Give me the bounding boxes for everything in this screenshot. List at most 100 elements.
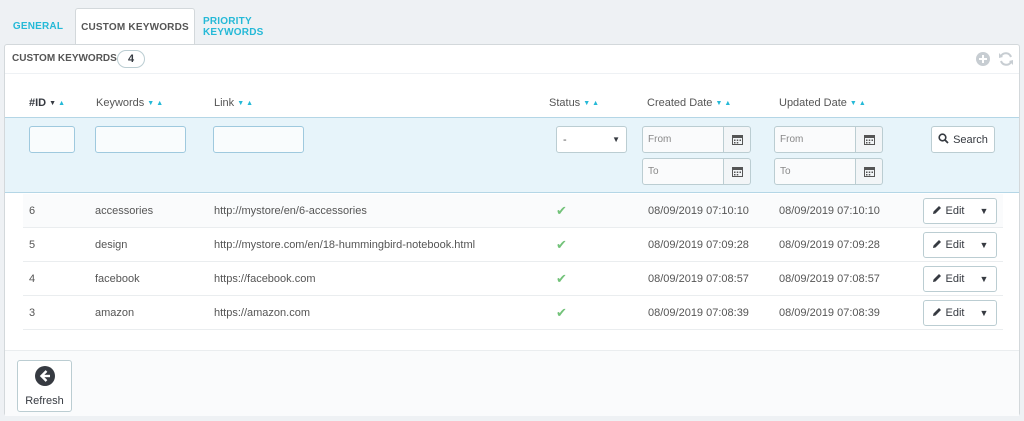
search-button-label: Search (953, 133, 988, 146)
row-created-date: 08/09/2019 07:08:57 (648, 273, 749, 285)
caret-down-icon[interactable]: ▼ (972, 199, 996, 223)
edit-button[interactable]: Edit (924, 267, 972, 291)
sort-asc-icon[interactable]: ▲ (58, 100, 65, 107)
pencil-icon (932, 307, 942, 320)
row-updated-date: 08/09/2019 07:08:57 (779, 273, 880, 285)
add-circle-icon[interactable] (975, 51, 991, 67)
id-filter-input[interactable] (29, 126, 75, 153)
status-enabled-check-icon[interactable]: ✔ (556, 296, 567, 330)
status-filter-value: - (563, 133, 567, 146)
sort-asc-icon[interactable]: ▲ (246, 100, 253, 107)
calendar-icon[interactable] (856, 126, 883, 153)
sort-desc-icon[interactable]: ▼ (49, 100, 56, 107)
arrow-left-circle-icon (34, 365, 56, 390)
panel-title: CUSTOM KEYWORDS (12, 53, 117, 64)
updated-to-placeholder: To (780, 166, 791, 177)
caret-down-icon[interactable]: ▼ (972, 233, 996, 257)
created-to-input[interactable]: To (642, 158, 724, 185)
row-link: https://facebook.com (214, 273, 316, 285)
created-from-input[interactable]: From (642, 126, 724, 153)
keywords-filter-input[interactable] (95, 126, 186, 153)
row-id: 5 (29, 239, 36, 251)
updated-to-input[interactable]: To (774, 158, 856, 185)
column-header-updated-label: Updated Date (779, 97, 847, 109)
row-updated-date: 08/09/2019 07:09:28 (779, 239, 880, 251)
column-header-created-label: Created Date (647, 97, 713, 109)
sort-desc-icon[interactable]: ▼ (850, 100, 857, 107)
edit-button-label: Edit (945, 239, 965, 251)
table-row: 5 design http://mystore.com/en/18-hummin… (23, 228, 1003, 262)
table-row: 6 accessories http://mystore/en/6-access… (23, 194, 1003, 228)
pencil-icon (932, 239, 942, 252)
sort-desc-icon[interactable]: ▼ (583, 100, 590, 107)
search-icon (938, 132, 949, 147)
row-created-date: 08/09/2019 07:09:28 (648, 239, 749, 251)
calendar-icon[interactable] (724, 158, 751, 185)
edit-button-label: Edit (945, 307, 965, 319)
sort-asc-icon[interactable]: ▲ (859, 100, 866, 107)
column-header-keywords-label: Keywords (96, 97, 145, 109)
row-link: http://mystore.com/en/18-hummingbird-not… (214, 239, 476, 251)
column-header-updated-date: Updated Date ▼ ▲ (779, 97, 866, 109)
row-updated-date: 08/09/2019 07:10:10 (779, 205, 880, 217)
edit-button[interactable]: Edit (924, 233, 972, 257)
status-enabled-check-icon[interactable]: ✔ (556, 262, 567, 296)
row-actions: Edit ▼ (923, 300, 997, 326)
caret-down-icon[interactable]: ▼ (972, 301, 996, 325)
status-filter-select[interactable]: - ▼ (556, 126, 627, 153)
pencil-icon (932, 273, 942, 286)
panel-footer: Refresh (5, 350, 1019, 416)
row-created-date: 08/09/2019 07:10:10 (648, 205, 749, 217)
row-updated-date: 08/09/2019 07:08:39 (779, 307, 880, 319)
created-to-placeholder: To (648, 166, 659, 177)
table-row: 4 facebook https://facebook.com ✔ 08/09/… (23, 262, 1003, 296)
panel-heading: CUSTOM KEYWORDS 4 (5, 45, 1019, 74)
chevron-down-icon: ▼ (612, 135, 620, 144)
link-filter-input[interactable] (213, 126, 304, 153)
caret-down-icon[interactable]: ▼ (972, 267, 996, 291)
edit-button-label: Edit (945, 205, 965, 217)
column-header-status: Status ▼ ▲ (549, 97, 599, 109)
row-actions: Edit ▼ (923, 198, 997, 224)
column-header-keywords: Keywords ▼ ▲ (96, 97, 163, 109)
created-from-placeholder: From (648, 134, 672, 145)
row-id: 6 (29, 205, 36, 217)
tab-priority-keywords[interactable]: PRIORITY KEYWORDS (203, 8, 315, 45)
tab-custom-keywords[interactable]: CUSTOM KEYWORDS (75, 8, 195, 45)
search-button[interactable]: Search (931, 126, 995, 153)
table-row: 3 amazon https://amazon.com ✔ 08/09/2019… (23, 296, 1003, 330)
pencil-icon (932, 205, 942, 218)
row-keyword: accessories (95, 205, 154, 217)
refresh-button[interactable]: Refresh (17, 360, 72, 412)
sort-desc-icon[interactable]: ▼ (147, 100, 154, 107)
row-actions: Edit ▼ (923, 232, 997, 258)
sort-asc-icon[interactable]: ▲ (724, 100, 731, 107)
sort-desc-icon[interactable]: ▼ (715, 100, 722, 107)
sort-asc-icon[interactable]: ▲ (156, 100, 163, 107)
row-actions: Edit ▼ (923, 266, 997, 292)
sort-asc-icon[interactable]: ▲ (592, 100, 599, 107)
calendar-icon[interactable] (856, 158, 883, 185)
row-keyword: amazon (95, 307, 135, 319)
updated-from-input[interactable]: From (774, 126, 856, 153)
tab-general[interactable]: GENERAL (8, 8, 68, 45)
column-header-id: #ID ▼ ▲ (29, 97, 65, 109)
row-id: 3 (29, 307, 36, 319)
status-enabled-check-icon[interactable]: ✔ (556, 228, 567, 262)
edit-button[interactable]: Edit (924, 301, 972, 325)
column-header-created-date: Created Date ▼ ▲ (647, 97, 731, 109)
edit-button[interactable]: Edit (924, 199, 972, 223)
column-header-link-label: Link (214, 97, 235, 109)
count-badge: 4 (117, 50, 145, 68)
calendar-icon[interactable] (724, 126, 751, 153)
refresh-button-label: Refresh (25, 395, 64, 407)
sort-desc-icon[interactable]: ▼ (237, 100, 244, 107)
row-id: 4 (29, 273, 36, 285)
custom-keywords-panel: CUSTOM KEYWORDS 4 #ID ▼ ▲ Keywords ▼ ▲ Lin… (4, 44, 1020, 416)
column-header-status-label: Status (549, 97, 581, 109)
status-enabled-check-icon[interactable]: ✔ (556, 194, 567, 228)
row-link: http://mystore/en/6-accessories (214, 205, 367, 217)
refresh-list-icon[interactable] (998, 51, 1014, 67)
edit-button-label: Edit (945, 273, 965, 285)
row-keyword: design (95, 239, 128, 251)
